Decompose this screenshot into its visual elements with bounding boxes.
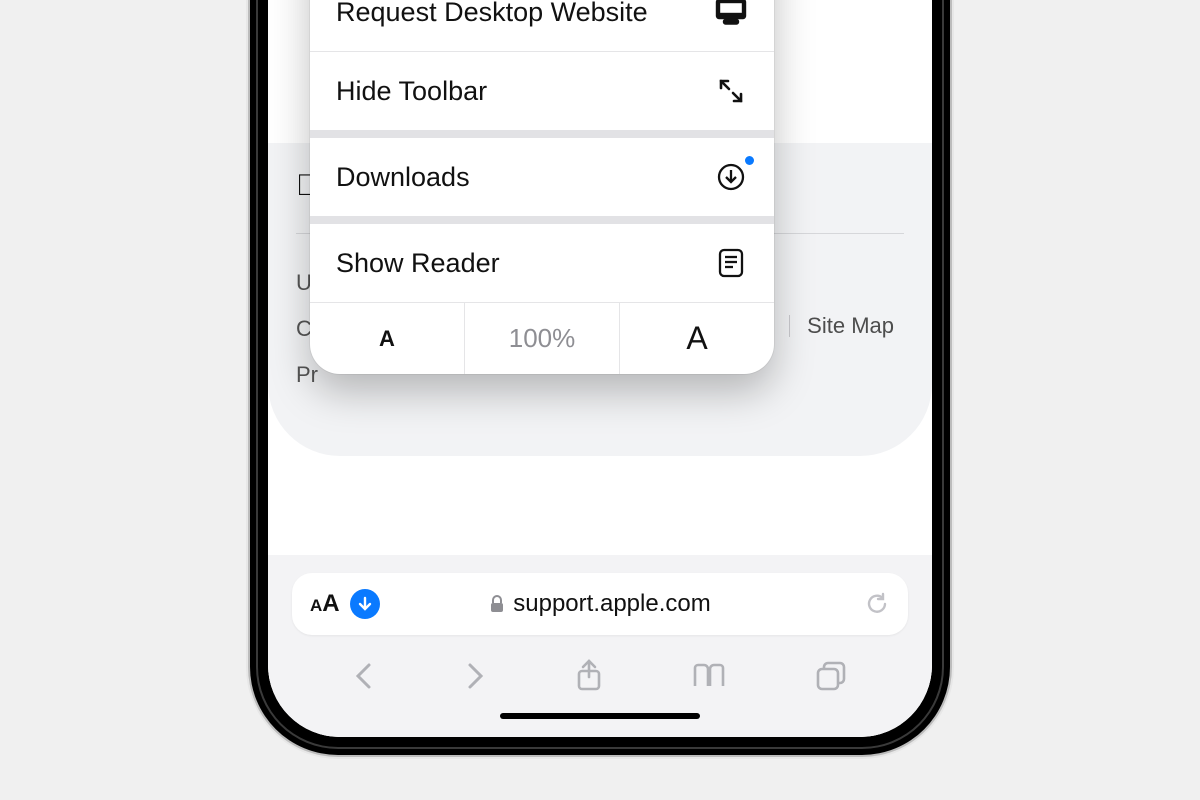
menu-item-downloads[interactable]: Downloads <box>310 130 774 216</box>
site-map-link[interactable]: Site Map <box>807 313 894 339</box>
expand-arrows-icon <box>714 74 748 108</box>
forward-button[interactable] <box>464 661 486 691</box>
menu-item-request-desktop[interactable]: Request Desktop Website <box>310 0 774 51</box>
text-size-smaller-button[interactable]: A <box>310 303 465 374</box>
safari-bottom-toolbar: AA support.apple.com <box>268 555 932 737</box>
download-circle-icon <box>714 160 748 194</box>
tabs-button[interactable] <box>815 661 847 691</box>
downloads-indicator-icon[interactable] <box>350 589 380 619</box>
menu-item-label: Hide Toolbar <box>336 76 487 107</box>
text-size-larger-button[interactable]: A <box>620 303 774 374</box>
menu-item-label: Downloads <box>336 162 470 193</box>
reader-icon <box>714 246 748 280</box>
page-settings-popover: › Show IP Address Request Desktop Websit… <box>310 0 774 374</box>
iphone-frame:  Un Co Pr Site Map › Show IP Address Re <box>250 0 950 755</box>
lock-icon <box>489 595 505 613</box>
desktop-icon <box>714 0 748 29</box>
text-size-glyph-large: A <box>322 590 339 617</box>
back-button[interactable] <box>353 661 375 691</box>
bookmarks-button[interactable] <box>692 662 726 690</box>
text-size-percent: 100% <box>465 303 620 374</box>
address-bar[interactable]: AA support.apple.com <box>292 573 908 635</box>
text-size-glyph-small: A <box>310 596 322 615</box>
text-size-control: A 100% A <box>310 302 774 374</box>
iphone-screen:  Un Co Pr Site Map › Show IP Address Re <box>268 0 932 737</box>
home-indicator[interactable] <box>500 713 700 719</box>
menu-item-show-reader[interactable]: Show Reader <box>310 216 774 302</box>
menu-item-label: Show Reader <box>336 248 500 279</box>
safari-tab-bar <box>268 645 932 701</box>
reload-icon[interactable] <box>864 591 890 617</box>
menu-item-hide-toolbar[interactable]: Hide Toolbar <box>310 51 774 130</box>
menu-item-label: Request Desktop Website <box>336 0 648 28</box>
text-size-button[interactable]: AA <box>310 590 340 618</box>
share-button[interactable] <box>575 659 603 693</box>
address-text: support.apple.com <box>513 590 710 618</box>
